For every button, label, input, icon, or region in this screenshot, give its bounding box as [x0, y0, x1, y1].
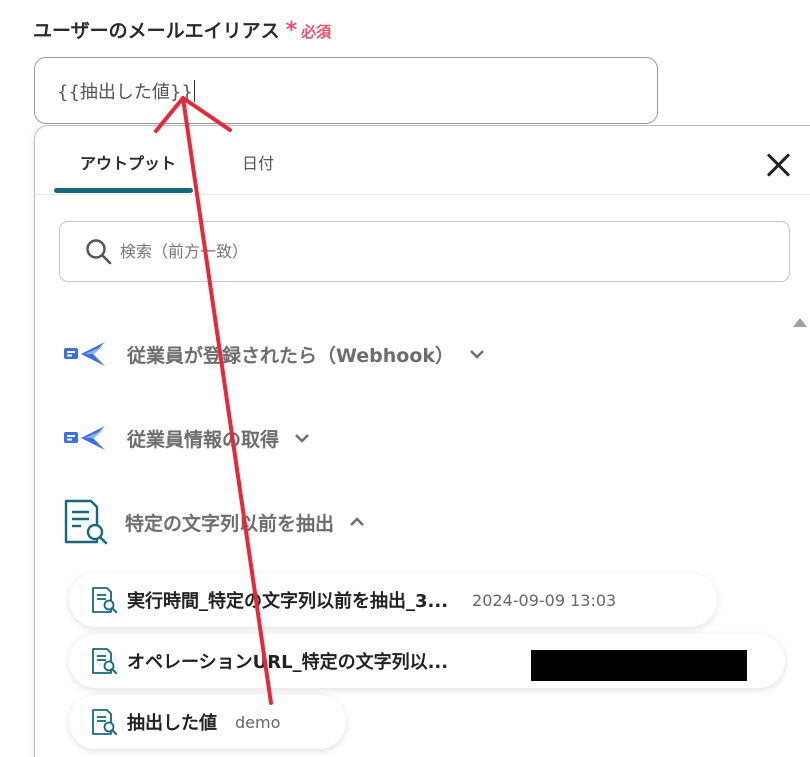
document-search-icon [92, 587, 117, 613]
output-item-label: 抽出した値 [127, 713, 217, 734]
search-icon [86, 238, 112, 264]
document-search-icon [92, 648, 117, 674]
field-label: ユーザーのメールエイリアス * 必須 [33, 16, 331, 43]
close-icon[interactable] [761, 148, 795, 182]
section-title: 特定の文字列以前を抽出 [125, 512, 335, 535]
chevron-down-icon [470, 350, 484, 359]
text-cursor [193, 79, 195, 102]
section-title: 従業員情報の取得 [127, 428, 280, 451]
search-input[interactable] [120, 242, 720, 261]
tab-bar: アウトプット 日付 [35, 126, 810, 195]
email-alias-input-value: {{抽出した値}} [57, 81, 193, 103]
section-employee-info[interactable]: 従業員情報の取得 [63, 423, 311, 453]
email-alias-input[interactable]: {{抽出した値}} [34, 57, 658, 124]
tab-output[interactable]: アウトプット [80, 150, 176, 174]
document-search-icon [92, 709, 117, 735]
output-picker-panel: アウトプット 日付 従業員が登録されたら（Webhook） [34, 125, 810, 757]
output-item-extracted-value[interactable]: 抽出した値 demo [69, 695, 346, 749]
output-item-label: オペレーションURL_特定の文字列以... [127, 652, 449, 673]
required-asterisk: * [285, 18, 298, 43]
output-item-operation-url[interactable]: オペレーションURL_特定の文字列以... [69, 634, 785, 688]
tab-date[interactable]: 日付 [242, 150, 274, 174]
section-extract-before-string[interactable]: 特定の文字列以前を抽出 [63, 498, 366, 546]
scroll-up-arrow-icon[interactable] [793, 318, 807, 327]
section-title: 従業員が登録されたら（Webhook） [127, 344, 455, 367]
output-item-value: demo [235, 712, 281, 732]
section-employee-registered[interactable]: 従業員が登録されたら（Webhook） [63, 339, 486, 369]
chevron-up-icon [350, 517, 364, 526]
output-item-execution-time[interactable]: 実行時間_特定の文字列以前を抽出_3... 2024-09-09 13:03 [69, 573, 717, 627]
active-tab-indicator [54, 188, 193, 193]
required-badge: 必須 [301, 23, 332, 41]
search-box[interactable] [59, 221, 790, 282]
field-label-text: ユーザーのメールエイリアス [33, 20, 280, 42]
app-logo-icon [64, 342, 105, 366]
redacted-value [531, 650, 747, 681]
chevron-down-icon [295, 434, 309, 443]
app-logo-icon [64, 426, 105, 450]
document-search-icon [64, 499, 108, 545]
output-item-value: 2024-09-09 13:03 [472, 590, 617, 610]
output-item-label: 実行時間_特定の文字列以前を抽出_3... [127, 591, 449, 612]
